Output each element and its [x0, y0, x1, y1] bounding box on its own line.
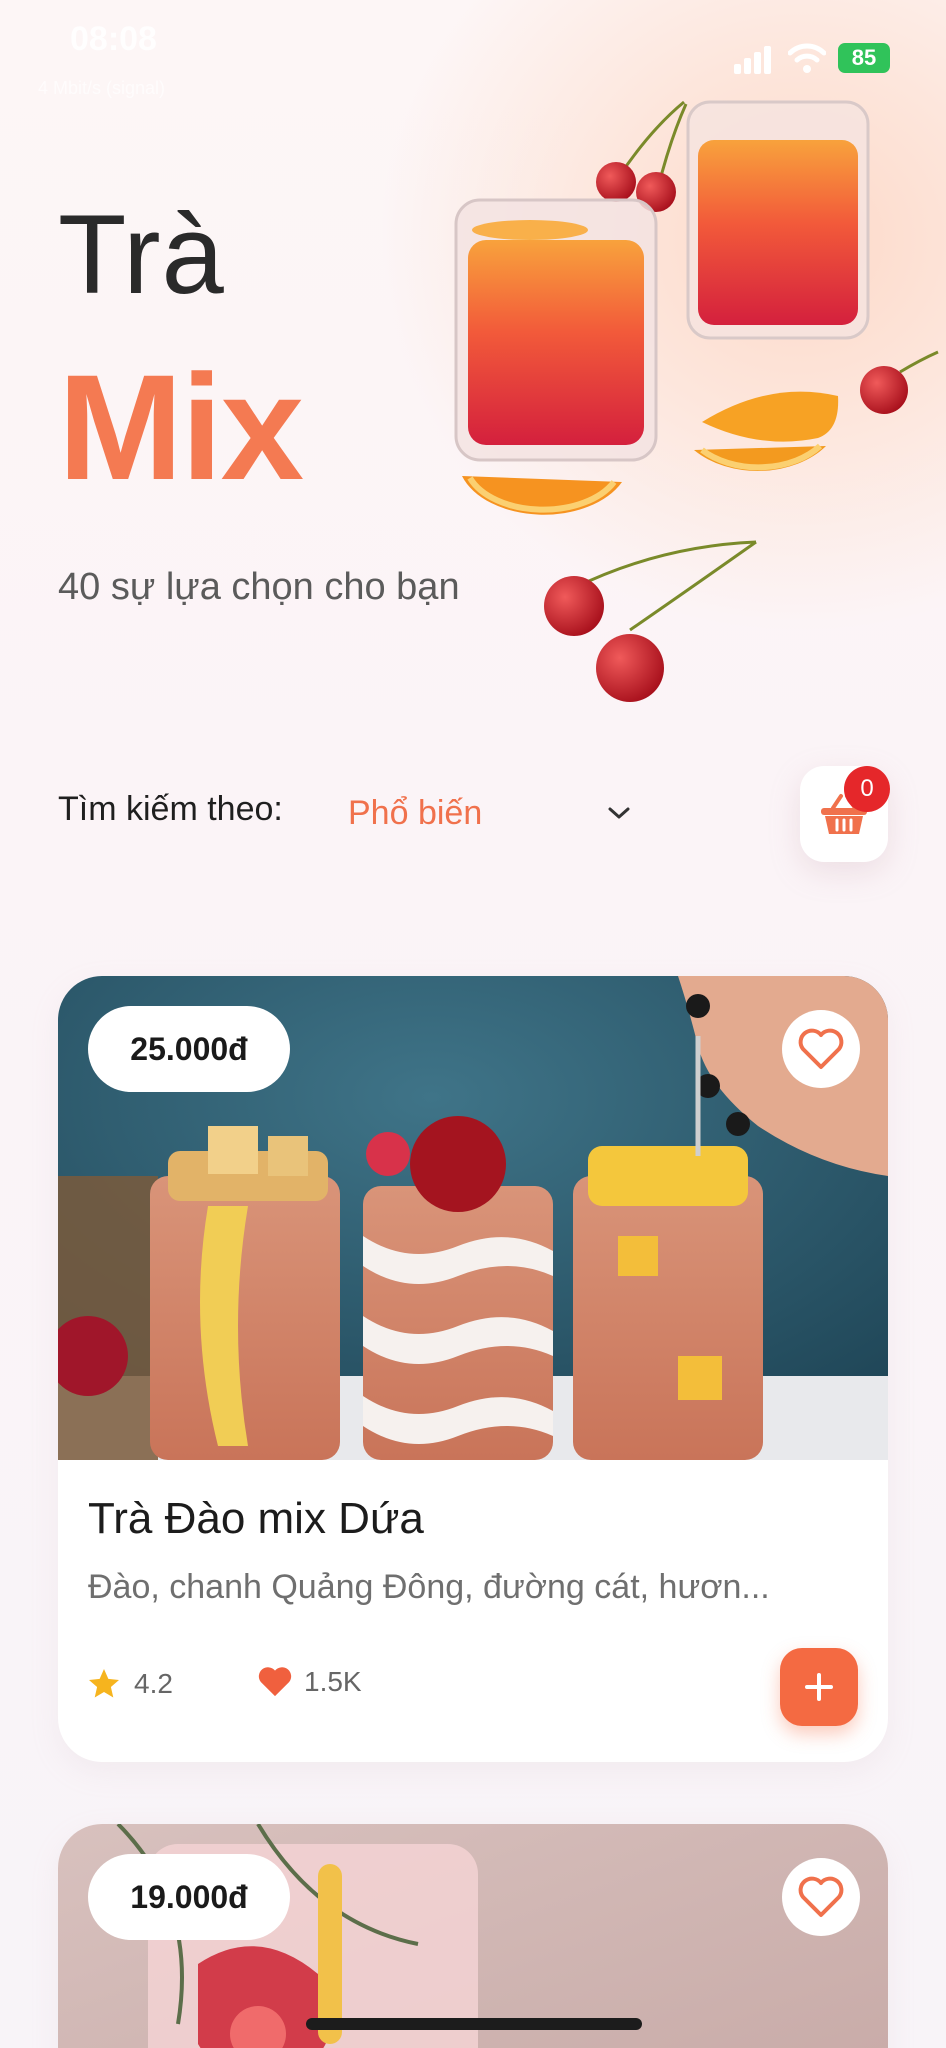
favorite-button[interactable]: [782, 1858, 860, 1936]
heart-icon: [258, 1667, 292, 1697]
status-time: 08:08: [70, 20, 157, 58]
chevron-down-icon: [608, 807, 630, 819]
sort-dropdown-value: Phổ biến: [348, 793, 483, 832]
battery-icon: 85: [838, 43, 890, 73]
rating-value: 4.2: [134, 1668, 173, 1699]
product-name: Trà Đào mix Dứa: [88, 1494, 424, 1543]
favorite-button[interactable]: [782, 1010, 860, 1088]
product-rating: 4.2: [86, 1666, 173, 1702]
product-card[interactable]: 19.000đ: [58, 1824, 888, 2048]
cart-count-badge: 0: [844, 766, 890, 812]
hero-title-line1: Trà: [58, 192, 225, 317]
product-likes: 1.5K: [258, 1666, 362, 1698]
heart-outline-icon: [798, 1876, 844, 1917]
plus-icon: [805, 1673, 833, 1701]
battery-level: 85: [851, 45, 877, 70]
search-by-label: Tìm kiếm theo:: [58, 790, 283, 828]
hero-title-line2: Mix: [58, 343, 304, 511]
sort-dropdown[interactable]: Phổ biến: [340, 780, 640, 846]
signal-icon: [734, 46, 771, 74]
star-icon: [89, 1669, 119, 1698]
likes-count: 1.5K: [304, 1666, 362, 1697]
product-card[interactable]: 25.000đ Trà Đào mix Dứa Đào, chanh Quảng…: [58, 976, 888, 1762]
product-description: Đào, chanh Quảng Đông, đường cát, hươn..…: [88, 1568, 770, 1606]
cart-button[interactable]: 0: [800, 766, 890, 862]
add-to-cart-button[interactable]: [780, 1648, 858, 1726]
status-network-speed: 4 Mbit/s (signal): [38, 78, 166, 98]
hero-subtitle: 40 sự lựa chọn cho bạn: [58, 566, 460, 608]
price-badge: 25.000đ: [88, 1006, 290, 1092]
home-indicator[interactable]: [306, 2018, 642, 2030]
drinks-illustration: [454, 100, 939, 702]
heart-outline-icon: [798, 1028, 844, 1069]
wifi-icon: [788, 43, 826, 73]
price-badge: 19.000đ: [88, 1854, 290, 1940]
